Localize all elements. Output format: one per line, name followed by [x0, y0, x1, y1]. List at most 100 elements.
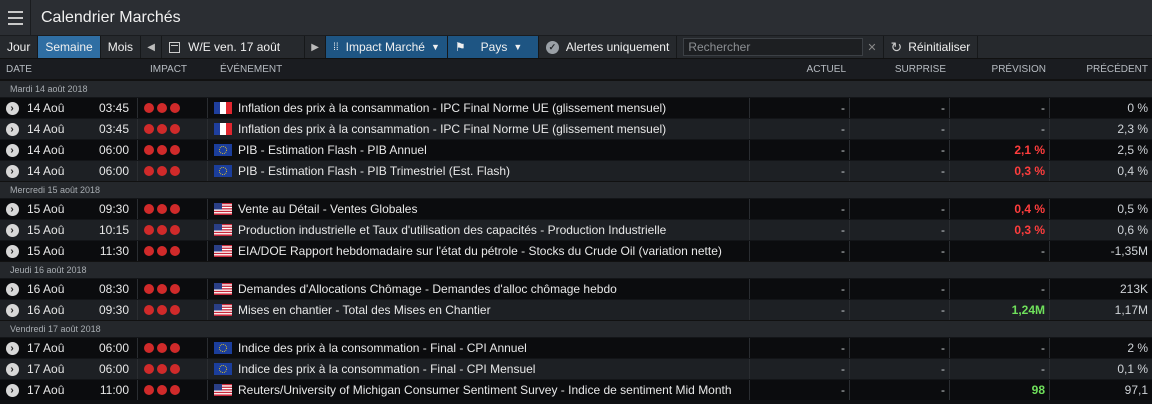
table-row[interactable]: › 15 Aoû 10:15 Production industrielle et T… [0, 219, 1152, 240]
prev-arrow-icon[interactable]: ◀ [141, 36, 163, 58]
chevron-right-icon[interactable]: › [5, 303, 19, 317]
table-row[interactable]: › 15 Aoû 09:30 Vente au Détail - Ventes Glo… [0, 198, 1152, 219]
event-cell[interactable]: Production industrielle et Taux d'utilis… [238, 220, 750, 240]
header-surprise[interactable]: SURPRISE [850, 64, 950, 75]
surprise-cell: - [850, 241, 950, 261]
actuel-cell: - [750, 140, 850, 160]
impact-dot [144, 284, 154, 294]
header-precedent[interactable]: PRÉCÉDENT [1050, 64, 1152, 75]
table-row[interactable]: › 17 Aoû 06:00 Indice des prix à la consomm… [0, 337, 1152, 358]
clear-icon[interactable]: ✕ [867, 41, 876, 54]
table-row[interactable]: › 14 Aoû 03:45 Inflation des prix à la cons… [0, 118, 1152, 139]
precedent-cell: 0,5 % [1117, 202, 1148, 216]
table-row[interactable]: › 14 Aoû 06:00 PIB - Estimation Flash - PIB… [0, 160, 1152, 181]
precedent-cell: 2 % [1127, 341, 1148, 355]
event-cell[interactable]: Mises en chantier - Total des Mises en C… [238, 300, 750, 320]
date-cell: 16 Aoû [27, 282, 65, 296]
alerts-toggle[interactable]: ✓ Alertes uniquement [539, 36, 678, 58]
date-group-header: Jeudi 16 août 2018 [0, 261, 1152, 278]
table-row[interactable]: › 14 Aoû 06:00 PIB - Estimation Flash - PIB… [0, 139, 1152, 160]
alerts-label: Alertes uniquement [565, 40, 670, 54]
header-date[interactable]: DATE [0, 64, 150, 75]
table-row[interactable]: › 16 Aoû 08:30 Demandes d'Allocations Chôma… [0, 278, 1152, 299]
event-cell[interactable]: Inflation des prix à la consammation - I… [238, 119, 750, 139]
time-cell: 08:30 [84, 279, 138, 299]
search-input[interactable] [683, 38, 864, 56]
event-cell[interactable]: PIB - Estimation Flash - PIB Trimestriel… [238, 161, 750, 181]
impact-dot [157, 225, 167, 235]
next-arrow-icon[interactable]: ▶ [305, 36, 327, 58]
table-row[interactable]: › 17 Aoû 11:00 Reuters/University of Michig… [0, 379, 1152, 400]
table-row[interactable]: › 16 Aoû 09:30 Mises en chantier - Total de… [0, 299, 1152, 320]
chevron-right-icon[interactable]: › [5, 223, 19, 237]
header-event[interactable]: ÉVÉNEMENT [220, 64, 750, 75]
country-flag-icon [208, 338, 238, 358]
actuel-cell: - [750, 199, 850, 219]
impact-dot [170, 305, 180, 315]
calendar-icon [169, 41, 181, 53]
impact-dot [144, 305, 154, 315]
chevron-right-icon[interactable]: › [5, 164, 19, 178]
actuel-cell: - [750, 279, 850, 299]
table-row[interactable]: › 15 Aoû 11:30 EIA/DOE Rapport hebdomadaire… [0, 240, 1152, 261]
chevron-right-icon[interactable]: › [5, 143, 19, 157]
prevision-cell: 2,1 % [950, 140, 1050, 160]
chevron-right-icon[interactable]: › [5, 362, 19, 376]
event-cell[interactable]: Indice des prix à la consommation - Fina… [238, 359, 750, 379]
expand-cell: › [0, 119, 24, 139]
date-group-header: Mercredi 15 août 2018 [0, 181, 1152, 198]
time-cell: 10:15 [84, 220, 138, 240]
prevision-cell: - [950, 241, 1050, 261]
impact-cell [138, 338, 208, 358]
impact-dropdown[interactable]: ⁞⁞ Impact Marché ▼ [326, 36, 448, 58]
event-cell[interactable]: Vente au Détail - Ventes Globales [238, 199, 750, 219]
tab-semaine[interactable]: Semaine [38, 36, 101, 58]
table-row[interactable]: › 14 Aoû 03:45 Inflation des prix à la cons… [0, 97, 1152, 118]
tab-jour[interactable]: Jour [0, 36, 39, 58]
expand-cell: › [0, 338, 24, 358]
actuel-cell: - [750, 98, 850, 118]
expand-cell: › [0, 300, 24, 320]
expand-cell: › [0, 359, 24, 379]
time-cell: 06:00 [84, 359, 138, 379]
pays-dropdown[interactable]: ⚑ Pays ▼ [447, 36, 539, 58]
table-row[interactable]: › 17 Aoû 06:00 Indice des prix à la consomm… [0, 358, 1152, 379]
surprise-cell: - [850, 119, 950, 139]
country-flag-icon [208, 300, 238, 320]
header-actuel[interactable]: ACTUEL [750, 64, 850, 75]
impact-dot [144, 225, 154, 235]
impact-dot [170, 204, 180, 214]
tab-mois[interactable]: Mois [101, 36, 142, 58]
precedent-cell: 1,17M [1114, 303, 1148, 317]
header-prevision[interactable]: PRÉVISION [950, 64, 1050, 75]
time-cell: 09:30 [84, 199, 138, 219]
reset-button[interactable]: ↻ Réinitialiser [884, 36, 979, 58]
impact-dot [170, 343, 180, 353]
impact-dot [157, 385, 167, 395]
event-cell[interactable]: Inflation des prix à la consammation - I… [238, 98, 750, 118]
date-cell: 17 Aoû [27, 341, 65, 355]
header-impact[interactable]: IMPACT [150, 64, 220, 75]
impact-dot [157, 284, 167, 294]
event-cell[interactable]: Demandes d'Allocations Chômage - Demande… [238, 279, 750, 299]
impact-dot [157, 204, 167, 214]
impact-dot [144, 385, 154, 395]
chevron-right-icon[interactable]: › [5, 244, 19, 258]
impact-dot [170, 225, 180, 235]
impact-dot [170, 246, 180, 256]
week-selector[interactable]: W/E ven. 17 août [162, 36, 306, 58]
hamburger-icon[interactable] [0, 0, 31, 35]
event-cell[interactable]: Reuters/University of Michigan Consumer … [238, 380, 750, 400]
chevron-right-icon[interactable]: › [5, 341, 19, 355]
event-cell[interactable]: Indice des prix à la consommation - Fina… [238, 338, 750, 358]
chevron-right-icon[interactable]: › [5, 383, 19, 397]
event-cell[interactable]: EIA/DOE Rapport hebdomadaire sur l'état … [238, 241, 750, 261]
event-cell[interactable]: PIB - Estimation Flash - PIB Annuel [238, 140, 750, 160]
country-flag-icon [208, 119, 238, 139]
chevron-right-icon[interactable]: › [5, 101, 19, 115]
chevron-right-icon[interactable]: › [5, 122, 19, 136]
chevron-right-icon[interactable]: › [5, 202, 19, 216]
chevron-right-icon[interactable]: › [5, 282, 19, 296]
precedent-cell: 0,4 % [1117, 164, 1148, 178]
surprise-cell: - [850, 338, 950, 358]
